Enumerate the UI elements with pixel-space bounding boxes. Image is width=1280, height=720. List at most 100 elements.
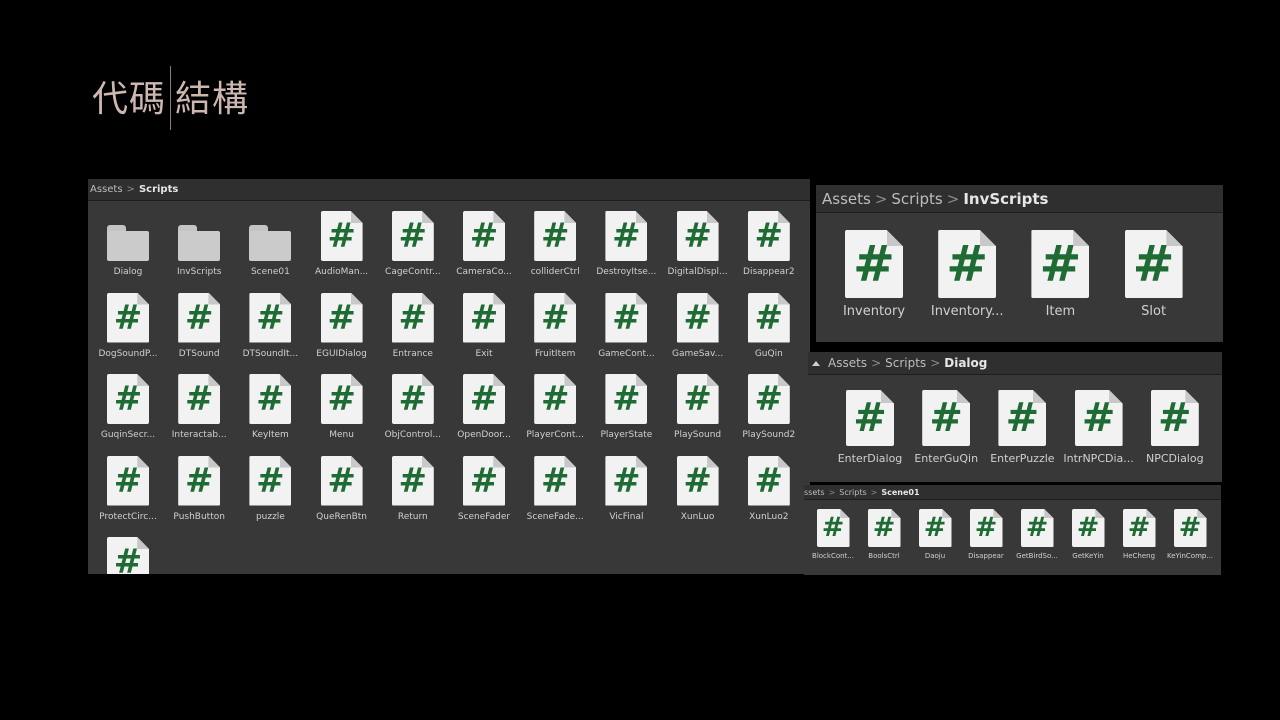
script-item[interactable]: # Inventory... [923, 230, 1011, 319]
script-item[interactable]: # BoolsCtrl [859, 509, 909, 560]
script-item[interactable]: # FruitItem [520, 292, 590, 359]
script-item[interactable]: # DestroyItse... [591, 211, 661, 277]
asset-label: PlaySound2 [742, 430, 796, 440]
asset-label: NPCDialog [1146, 452, 1204, 465]
script-item[interactable]: # ProtectCirc... [93, 455, 163, 522]
asset-label: GuqinSecr... [100, 430, 156, 440]
breadcrumb-scripts[interactable]: Scripts [839, 488, 866, 497]
script-item[interactable]: # EnterPuzzle [985, 390, 1059, 465]
script-item[interactable]: # Exit [449, 292, 519, 359]
csharp-script-icon: # [178, 374, 221, 424]
script-item[interactable]: # SceneFade... [520, 455, 590, 522]
script-item[interactable]: # EGUIDialog [307, 292, 377, 359]
breadcrumb-invscripts[interactable]: InvScripts [963, 190, 1048, 208]
script-item[interactable]: # XunLuo [663, 455, 733, 522]
asset-label: EnterPuzzle [990, 452, 1055, 465]
script-item[interactable]: # EnterGuQin [909, 390, 983, 465]
script-item[interactable]: # puzzle [235, 455, 305, 522]
script-item[interactable]: # DTSoundIt... [235, 292, 305, 359]
script-item[interactable]: # ObjControl... [378, 374, 448, 440]
script-item[interactable]: # Interactab... [164, 374, 234, 440]
breadcrumb-assets[interactable]: Assets [822, 190, 871, 208]
csharp-script-icon: # [178, 292, 221, 343]
script-item[interactable]: # OpenDoor... [449, 374, 519, 440]
asset-label: DigitalDispl... [667, 267, 728, 277]
invscripts-panel: Assets > Scripts > InvScripts # Inventory… [816, 185, 1223, 342]
csharp-script-icon: # [534, 374, 577, 424]
script-item[interactable]: # colliderCtrl [520, 211, 590, 277]
script-item[interactable]: # XunLuo2 [734, 455, 804, 522]
script-item[interactable]: # GameCont... [591, 292, 661, 359]
script-item[interactable]: # KeYinComp... [1165, 509, 1215, 560]
breadcrumb-scene01[interactable]: Scene01 [881, 488, 919, 497]
script-item[interactable]: # GuQin [734, 292, 804, 359]
breadcrumb-scripts[interactable]: Scripts [139, 184, 178, 195]
breadcrumb-assets[interactable]: Assets [828, 356, 867, 370]
title-divider [170, 66, 172, 130]
script-item[interactable]: # Disappear2 [734, 211, 804, 277]
script-item[interactable]: # AudioMan... [307, 211, 377, 277]
script-item[interactable]: # PlaySound [663, 374, 733, 440]
script-item[interactable]: # CameraCo... [449, 211, 519, 277]
asset-label: GetKeYin [1072, 552, 1104, 560]
asset-label: AudioMan... [315, 267, 369, 277]
script-item[interactable]: # IntrNPCDia... [1062, 390, 1136, 465]
asset-label: XunLuo [680, 511, 715, 522]
script-item[interactable]: # DigitalDispl... [663, 211, 733, 277]
script-item[interactable]: # CageContr... [378, 211, 448, 277]
breadcrumb-assets[interactable]: ssets [804, 488, 825, 497]
csharp-script-icon: # [1071, 509, 1105, 547]
script-item[interactable]: # Item [1016, 230, 1104, 319]
hash-glyph: # [612, 297, 641, 338]
breadcrumb-scripts[interactable]: Scripts [891, 190, 942, 208]
folder-item[interactable]: InvScripts [164, 211, 234, 277]
hash-glyph: # [256, 460, 285, 501]
script-item[interactable]: # QueRenBtn [307, 455, 377, 522]
script-item[interactable]: # Slot [1110, 230, 1198, 319]
script-item[interactable]: # PlaySound2 [734, 374, 804, 440]
hash-glyph: # [256, 379, 285, 419]
asset-label: GameCont... [598, 348, 655, 359]
asset-label: Dialog [113, 267, 143, 277]
breadcrumb-assets[interactable]: Assets [90, 184, 123, 195]
folder-icon [178, 225, 221, 261]
script-item[interactable]: # Return [378, 455, 448, 522]
csharp-script-icon: # [249, 374, 292, 424]
hash-glyph: # [256, 297, 285, 338]
folder-icon [107, 225, 149, 261]
script-item[interactable]: # NPCDialog [1138, 390, 1212, 465]
breadcrumb-dialog[interactable]: Dialog [944, 356, 987, 370]
script-item[interactable]: # PushButton [164, 455, 234, 522]
script-item[interactable]: # EnterDialog [833, 390, 907, 465]
script-item[interactable]: # Inventory [830, 230, 918, 319]
folder-item[interactable]: Dialog [93, 211, 163, 277]
script-item[interactable]: # DogSoundP... [93, 292, 163, 359]
script-item[interactable]: # GuqinSecr... [93, 374, 163, 440]
script-item[interactable]: # BlockCont... [808, 509, 858, 560]
breadcrumb-scripts[interactable]: Scripts [885, 356, 926, 370]
folder-item[interactable]: Scene01 [235, 211, 305, 277]
script-item[interactable]: # GetBirdSo... [1012, 509, 1062, 560]
hash-glyph: # [1081, 395, 1116, 441]
script-item[interactable]: # SceneFader [449, 455, 519, 522]
collapse-arrow-icon[interactable] [812, 360, 820, 366]
script-item[interactable]: # Daoju [910, 509, 960, 560]
script-item[interactable]: # Disappear [961, 509, 1011, 560]
asset-label: BoolsCtrl [868, 552, 900, 560]
script-item[interactable]: # Menu [307, 374, 377, 440]
script-item[interactable]: # KeyItem [235, 374, 305, 440]
main-project-panel: Assets > Scripts Dialog InvScripts Scene01… [88, 179, 810, 574]
hash-glyph: # [184, 297, 214, 338]
script-item[interactable]: # GetKeYin [1063, 509, 1113, 560]
breadcrumb: ssets > Scripts > Scene01 [804, 485, 1221, 500]
script-item[interactable]: # HeCheng [1114, 509, 1164, 560]
script-item[interactable]: # GameSav... [663, 292, 733, 359]
script-item[interactable]: # DTSound [164, 292, 234, 359]
hash-glyph: # [683, 460, 712, 501]
script-item[interactable]: # VicFinal [591, 455, 661, 522]
script-item[interactable]: # Entrance [378, 292, 448, 359]
asset-label: ProtectCirc... [99, 511, 157, 522]
script-item[interactable]: # PlayerCont... [520, 374, 590, 440]
script-item[interactable]: # PlayerState [591, 374, 661, 440]
script-item[interactable]: # [93, 537, 163, 574]
